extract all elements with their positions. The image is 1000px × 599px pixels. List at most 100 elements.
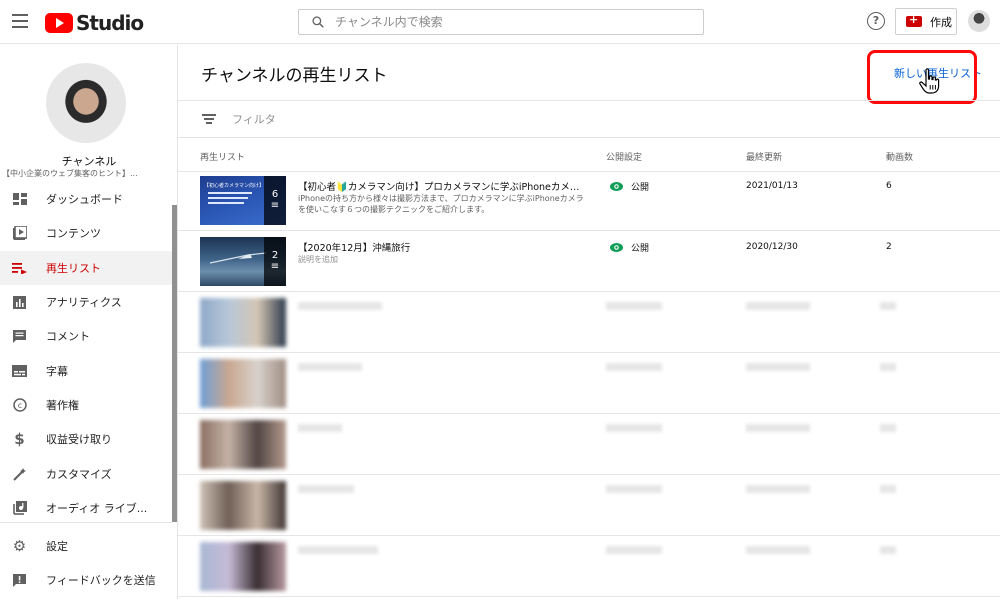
sidebar-item-monetization[interactable]: $ 収益受け取り bbox=[0, 422, 172, 456]
visibility-label: 公開 bbox=[631, 244, 650, 254]
customize-icon bbox=[12, 466, 27, 481]
sidebar-item-playlists[interactable]: 再生リスト bbox=[0, 250, 172, 285]
sidebar-item-label: ダッシュボード bbox=[46, 193, 123, 207]
create-video-icon bbox=[906, 13, 922, 27]
search-box[interactable] bbox=[298, 9, 704, 35]
table-row-blurred[interactable] bbox=[178, 353, 1000, 414]
visibility-status[interactable]: 公開 bbox=[610, 241, 649, 254]
gear-icon: ⚙ bbox=[12, 537, 27, 556]
playlist-title[interactable]: 【初心者🔰カメラマン向け】プロカメラマンに学ぶiPhoneカメラを... bbox=[298, 179, 588, 193]
playlist-thumbnail[interactable] bbox=[200, 542, 286, 591]
playlist-thumbnail[interactable] bbox=[200, 481, 286, 530]
sidebar-item-label: コメント bbox=[46, 330, 90, 344]
menu-icon[interactable] bbox=[12, 14, 28, 28]
playlist-thumbnail[interactable] bbox=[200, 298, 286, 347]
search-input[interactable] bbox=[335, 15, 675, 29]
sidebar-item-comments[interactable]: コメント bbox=[0, 319, 172, 353]
eye-icon bbox=[610, 243, 623, 252]
logo-text: Studio bbox=[76, 11, 144, 35]
table-row[interactable]: 2 ≡ 【2020年12月】沖縄旅行 説明を追加 公開 2020/12/30 2 bbox=[178, 231, 1000, 292]
table-row-blurred[interactable] bbox=[178, 536, 1000, 597]
help-icon[interactable]: ? bbox=[867, 12, 885, 30]
eye-icon bbox=[610, 182, 623, 191]
thumbnail-video-count: 6 ≡ bbox=[264, 176, 286, 225]
playlist-thumbnail[interactable] bbox=[200, 359, 286, 408]
filter-input-placeholder: フィルタ bbox=[232, 113, 276, 126]
sidebar-item-content[interactable]: コンテンツ bbox=[0, 216, 172, 250]
sidebar-bottom-nav: ⚙ 設定 フィードバックを送信 bbox=[0, 529, 172, 598]
sidebar: チャンネル 【中小企業のウェブ集客のヒント】... ダッシュボード コンテンツ … bbox=[0, 45, 178, 599]
table-row-blurred[interactable] bbox=[178, 414, 1000, 475]
playlist-thumbnail[interactable]: 2 ≡ bbox=[200, 237, 286, 286]
feedback-icon bbox=[12, 573, 27, 588]
playlist-thumbnail[interactable]: 【初心者カメラマン向け】 6 ≡ bbox=[200, 176, 286, 225]
svg-text:c: c bbox=[17, 401, 21, 410]
top-app-bar: Studio ? 作成 bbox=[0, 0, 1000, 44]
sidebar-item-settings[interactable]: ⚙ 設定 bbox=[0, 529, 172, 563]
sidebar-item-label: カスタマイズ bbox=[46, 467, 112, 481]
sidebar-item-label: フィードバックを送信 bbox=[46, 574, 156, 588]
video-count: 2 bbox=[886, 242, 892, 252]
filter-bar[interactable]: フィルタ bbox=[178, 100, 1000, 138]
visibility-status[interactable]: 公開 bbox=[610, 180, 649, 193]
playlist-description: 説明を追加 bbox=[298, 255, 338, 264]
sidebar-item-feedback[interactable]: フィードバックを送信 bbox=[0, 563, 172, 597]
audio-library-icon bbox=[12, 500, 27, 515]
channel-avatar[interactable] bbox=[46, 63, 126, 143]
copyright-icon: c bbox=[12, 397, 27, 412]
thumbnail-caption: 【初心者カメラマン向け】 bbox=[204, 183, 265, 189]
create-button-label: 作成 bbox=[930, 15, 952, 29]
table-header: 再生リスト 公開設定 最終更新 動画数 bbox=[178, 138, 1000, 172]
playlist-title[interactable]: 【2020年12月】沖縄旅行 bbox=[298, 240, 588, 254]
last-updated: 2020/12/30 bbox=[746, 242, 798, 252]
youtube-play-icon bbox=[45, 13, 73, 33]
column-header-visibility[interactable]: 公開設定 bbox=[606, 150, 642, 163]
subtitles-icon bbox=[12, 363, 27, 378]
content-icon bbox=[12, 226, 27, 241]
visibility-label: 公開 bbox=[631, 183, 650, 193]
filter-icon bbox=[202, 112, 216, 127]
hand-cursor-icon bbox=[919, 68, 940, 94]
column-header-last-updated[interactable]: 最終更新 bbox=[746, 150, 782, 163]
table-row[interactable]: 【初心者カメラマン向け】 6 ≡ 【初心者🔰カメラマン向け】プロカメラマンに学ぶi… bbox=[178, 170, 1000, 231]
thumbnail-video-count: 2 ≡ bbox=[264, 237, 286, 286]
sidebar-divider bbox=[0, 522, 172, 523]
column-header-playlist[interactable]: 再生リスト bbox=[200, 150, 245, 163]
sidebar-item-label: コンテンツ bbox=[46, 227, 101, 241]
studio-logo[interactable]: Studio bbox=[45, 11, 144, 35]
video-count: 6 bbox=[886, 181, 892, 191]
sidebar-nav: ダッシュボード コンテンツ 再生リスト アナリティクス コメント 字幕 c 著作… bbox=[0, 182, 172, 525]
sidebar-item-analytics[interactable]: アナリティクス bbox=[0, 285, 172, 319]
table-row-blurred[interactable] bbox=[178, 475, 1000, 536]
comment-icon bbox=[12, 329, 27, 344]
channel-title: チャンネル bbox=[61, 155, 117, 168]
playlist-description: iPhoneの持ち方から様々は撮影方法まで、プロカメラマンに学ぶiPhoneカメ… bbox=[298, 194, 584, 214]
sidebar-item-audio-library[interactable]: オーディオ ライブ... bbox=[0, 491, 172, 525]
sidebar-item-label: 再生リスト bbox=[46, 261, 101, 275]
sidebar-item-copyright[interactable]: c 著作権 bbox=[0, 388, 172, 422]
create-button[interactable]: 作成 bbox=[895, 8, 957, 35]
sidebar-item-customization[interactable]: カスタマイズ bbox=[0, 456, 172, 490]
search-icon bbox=[312, 16, 324, 28]
sidebar-item-dashboard[interactable]: ダッシュボード bbox=[0, 182, 172, 216]
account-avatar[interactable] bbox=[968, 10, 990, 32]
table-row-blurred[interactable] bbox=[178, 292, 1000, 353]
sidebar-item-label: 設定 bbox=[46, 540, 68, 554]
channel-subtitle: 【中小企業のウェブ集客のヒント】... bbox=[2, 169, 138, 178]
last-updated: 2021/01/13 bbox=[746, 181, 798, 191]
sidebar-item-label: 著作権 bbox=[46, 398, 79, 412]
column-header-video-count[interactable]: 動画数 bbox=[886, 150, 913, 163]
page-title: チャンネルの再生リスト bbox=[201, 66, 388, 86]
sidebar-item-label: 字幕 bbox=[46, 364, 68, 378]
analytics-icon bbox=[12, 295, 27, 310]
sidebar-item-subtitles[interactable]: 字幕 bbox=[0, 353, 172, 387]
dashboard-icon bbox=[12, 192, 27, 207]
sidebar-scrollbar[interactable] bbox=[172, 205, 177, 522]
sidebar-item-label: アナリティクス bbox=[46, 296, 122, 310]
sidebar-item-label: 収益受け取り bbox=[46, 433, 112, 447]
playlist-thumbnail[interactable] bbox=[200, 420, 286, 469]
sidebar-item-label: オーディオ ライブ... bbox=[46, 501, 148, 515]
playlist-icon bbox=[12, 260, 27, 275]
dollar-icon: $ bbox=[14, 430, 25, 449]
main-content: チャンネルの再生リスト 新しい再生リスト フィルタ 再生リスト 公開設定 最終更… bbox=[178, 45, 1000, 599]
